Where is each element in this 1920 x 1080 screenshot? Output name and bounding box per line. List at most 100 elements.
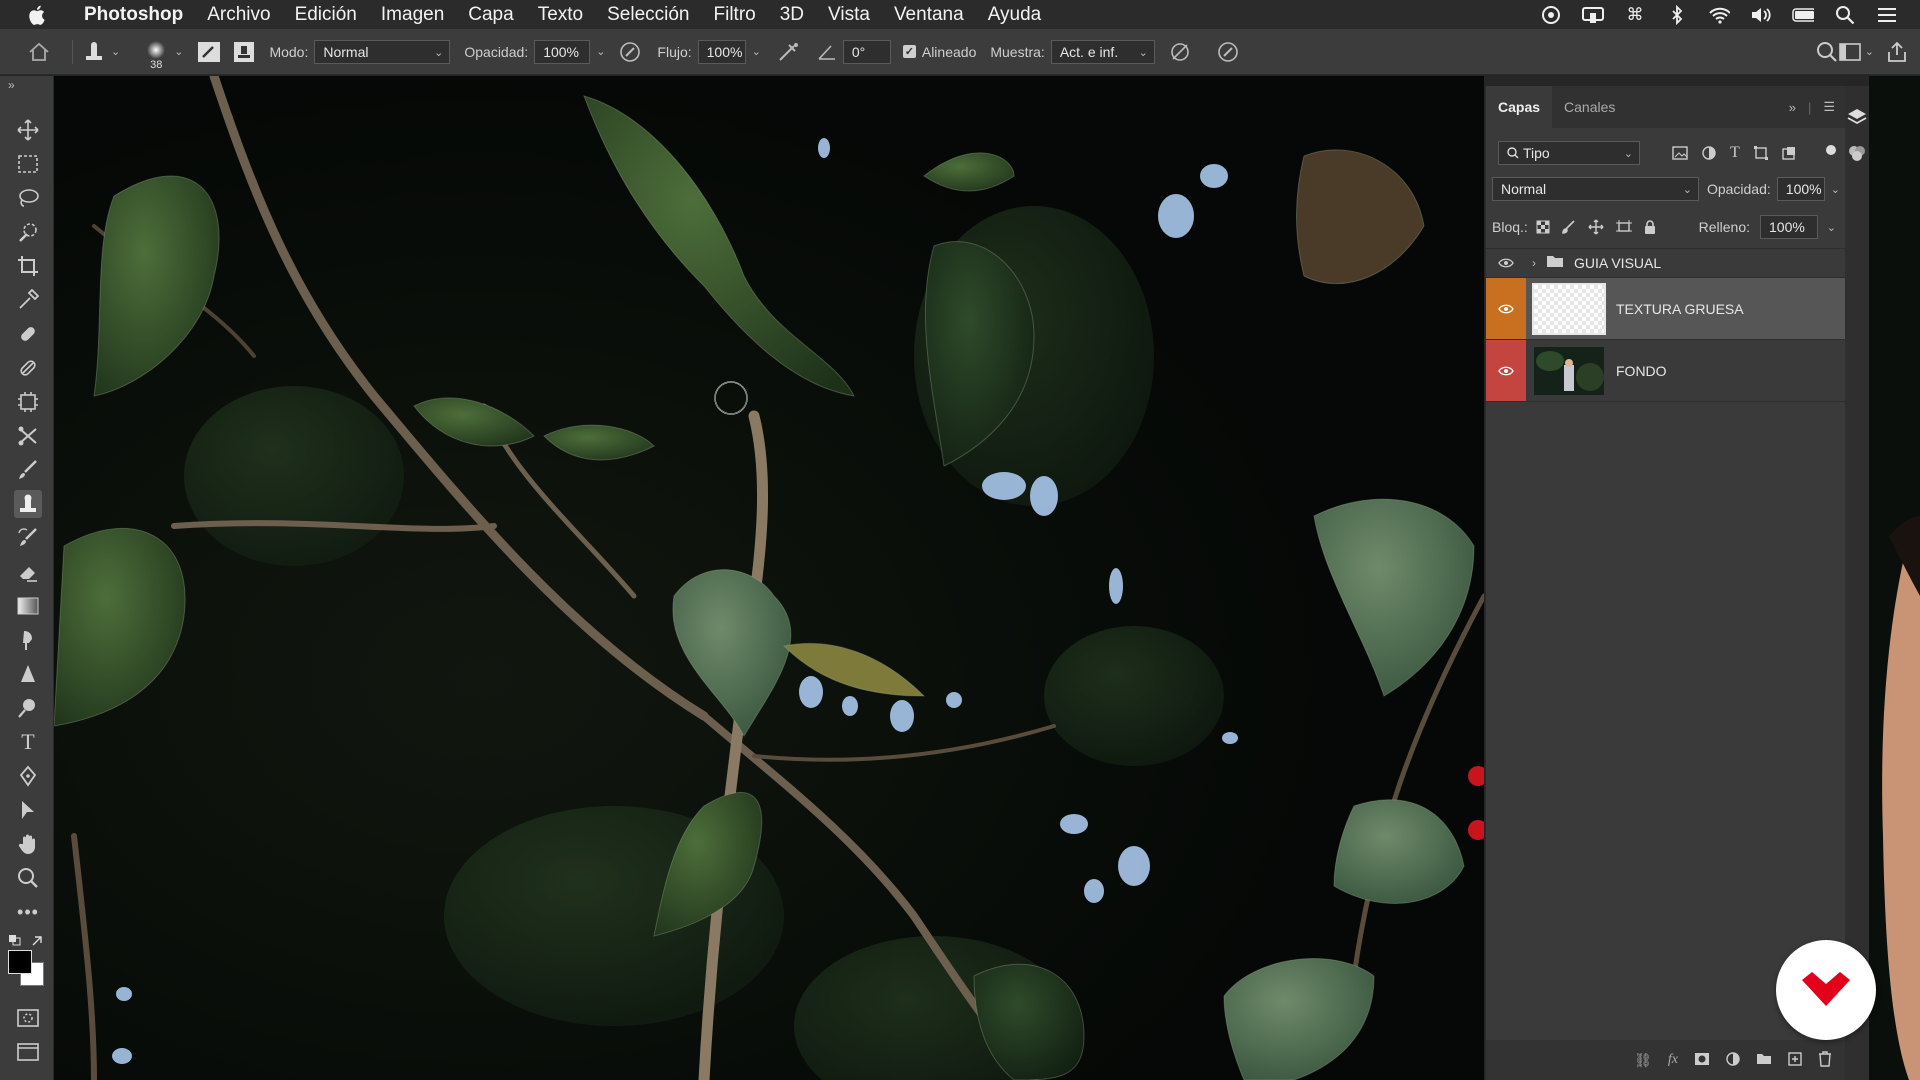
chevron-down-icon[interactable]: ⌄ bbox=[1827, 221, 1836, 234]
brush-settings-icon[interactable] bbox=[197, 41, 221, 63]
chevron-down-icon[interactable]: ⌄ bbox=[1831, 183, 1840, 196]
smudge-tool-icon[interactable] bbox=[14, 626, 42, 654]
more-tools-icon[interactable]: ••• bbox=[14, 898, 42, 926]
menu-3d[interactable]: 3D bbox=[768, 4, 816, 26]
screen-mirroring-icon[interactable] bbox=[1582, 4, 1604, 26]
bluetooth-icon[interactable] bbox=[1666, 4, 1688, 26]
battery-icon[interactable] bbox=[1792, 4, 1814, 26]
lock-position-icon[interactable] bbox=[1588, 219, 1604, 235]
dodge-tool-icon[interactable] bbox=[14, 694, 42, 722]
eraser-tool-icon[interactable] bbox=[14, 558, 42, 586]
brush-size-picker[interactable]: 38 bbox=[144, 40, 168, 71]
foreground-color-swatch[interactable] bbox=[8, 950, 32, 974]
layer-row-fondo[interactable]: FONDO bbox=[1486, 340, 1846, 402]
brush-tool-icon[interactable] bbox=[14, 354, 42, 382]
fill-field[interactable]: 100% bbox=[1760, 215, 1818, 239]
layer-row-guia-visual[interactable]: › GUIA VISUAL bbox=[1486, 248, 1846, 278]
spotlight-search-icon[interactable] bbox=[1834, 4, 1856, 26]
delete-layer-icon[interactable] bbox=[1818, 1050, 1832, 1070]
clone-source-icon[interactable] bbox=[233, 41, 255, 63]
quick-selection-tool-icon[interactable] bbox=[14, 218, 42, 246]
collapse-panel-icon[interactable]: » bbox=[1789, 100, 1796, 115]
layer-effects-icon[interactable]: fx bbox=[1668, 1052, 1678, 1068]
layer-opacity-field[interactable]: 100% bbox=[1776, 177, 1825, 201]
airbrush-icon[interactable] bbox=[777, 41, 801, 63]
move-tool-icon[interactable] bbox=[14, 116, 42, 144]
pen-tool-icon[interactable] bbox=[14, 762, 42, 790]
menu-ayuda[interactable]: Ayuda bbox=[976, 4, 1054, 26]
mode-dropdown[interactable]: Normal ⌄ bbox=[314, 39, 451, 64]
wifi-icon[interactable] bbox=[1708, 4, 1730, 26]
filter-shape-icon[interactable] bbox=[1753, 146, 1768, 160]
chevron-down-icon[interactable]: ⌄ bbox=[174, 45, 183, 58]
lock-transparency-icon[interactable] bbox=[1536, 220, 1550, 234]
menu-seleccion[interactable]: Selección bbox=[595, 4, 701, 26]
filter-type-icon[interactable]: T bbox=[1730, 144, 1740, 162]
control-center-icon[interactable] bbox=[1876, 4, 1898, 26]
flow-field[interactable]: 100% bbox=[697, 39, 746, 64]
search-icon[interactable] bbox=[1816, 41, 1838, 63]
link-layers-icon[interactable]: ⛓ bbox=[1634, 1052, 1652, 1069]
tab-canales[interactable]: Canales bbox=[1552, 86, 1627, 128]
swap-default-colors-icon[interactable] bbox=[4, 932, 50, 948]
pressure-opacity-icon[interactable] bbox=[619, 41, 641, 63]
new-layer-icon[interactable] bbox=[1788, 1051, 1802, 1069]
chevron-down-icon[interactable]: ⌄ bbox=[596, 45, 605, 58]
lasso-tool-icon[interactable] bbox=[14, 184, 42, 212]
hand-tool-icon[interactable] bbox=[14, 830, 42, 858]
clone-stamp-tool-icon[interactable] bbox=[14, 490, 42, 518]
zoom-tool-icon[interactable] bbox=[14, 864, 42, 892]
add-mask-icon[interactable] bbox=[1694, 1052, 1710, 1069]
opacity-field[interactable]: 100% bbox=[534, 39, 591, 64]
crop-tool-icon[interactable] bbox=[14, 252, 42, 280]
sample-dropdown[interactable]: Act. e inf. ⌄ bbox=[1050, 39, 1155, 64]
menu-filtro[interactable]: Filtro bbox=[702, 4, 768, 26]
lock-all-icon[interactable] bbox=[1644, 220, 1656, 234]
panel-menu-icon[interactable]: ☰ bbox=[1823, 99, 1835, 115]
menu-imagen[interactable]: Imagen bbox=[369, 4, 456, 26]
adjustment-layer-icon[interactable] bbox=[1726, 1051, 1740, 1069]
blend-mode-dropdown[interactable]: Normal ⌄ bbox=[1492, 177, 1699, 201]
filter-smart-object-icon[interactable] bbox=[1782, 146, 1796, 160]
screen-mode-icon[interactable] bbox=[14, 1038, 42, 1066]
tab-capas[interactable]: Capas bbox=[1486, 86, 1553, 128]
command-icon[interactable]: ⌘ bbox=[1624, 4, 1646, 26]
filter-toggle-icon[interactable] bbox=[1826, 145, 1836, 155]
menu-ventana[interactable]: Ventana bbox=[882, 4, 976, 26]
type-tool-icon[interactable]: T bbox=[14, 728, 42, 756]
gradient-tool-icon[interactable] bbox=[14, 592, 42, 620]
menu-capa[interactable]: Capa bbox=[456, 4, 525, 26]
path-selection-tool-icon[interactable] bbox=[14, 796, 42, 824]
menu-texto[interactable]: Texto bbox=[526, 4, 595, 26]
spot-healing-tool-icon[interactable] bbox=[14, 320, 42, 348]
angle-field[interactable]: 0° bbox=[842, 39, 891, 64]
menu-archivo[interactable]: Archivo bbox=[195, 4, 282, 26]
volume-icon[interactable] bbox=[1750, 4, 1772, 26]
document-canvas[interactable] bbox=[54, 76, 1484, 1080]
layers-panel-icon[interactable] bbox=[1846, 106, 1868, 128]
pressure-size-icon[interactable] bbox=[1217, 41, 1239, 63]
group-expand-chevron-icon[interactable]: › bbox=[1532, 256, 1536, 270]
visibility-eye-icon[interactable] bbox=[1486, 340, 1526, 401]
chevron-down-icon[interactable]: ⌄ bbox=[752, 45, 761, 58]
lock-artboard-icon[interactable] bbox=[1615, 220, 1632, 234]
expand-panel-icon[interactable]: » bbox=[8, 78, 15, 92]
layer-filter-dropdown[interactable]: Tipo ⌄ bbox=[1498, 141, 1640, 165]
visibility-eye-icon[interactable] bbox=[1486, 258, 1526, 268]
filter-pixel-icon[interactable] bbox=[1672, 146, 1688, 160]
visibility-eye-icon[interactable] bbox=[1486, 278, 1526, 339]
clone-stamp-preset-icon[interactable]: ⌄ bbox=[83, 41, 126, 63]
history-brush-tool-icon[interactable] bbox=[14, 524, 42, 552]
share-icon[interactable] bbox=[1886, 41, 1908, 63]
filter-adjustment-icon[interactable] bbox=[1702, 146, 1716, 160]
sharpen-tool-icon[interactable] bbox=[14, 660, 42, 688]
eyedropper-tool-icon[interactable] bbox=[14, 286, 42, 314]
paint-brush-tool-icon[interactable] bbox=[14, 456, 42, 484]
workspace-icon[interactable]: ⌄ bbox=[1838, 42, 1874, 61]
apple-logo-icon[interactable] bbox=[28, 5, 58, 25]
menu-app-name[interactable]: Photoshop bbox=[72, 4, 195, 26]
lock-pixels-icon[interactable] bbox=[1562, 220, 1576, 234]
quick-mask-icon[interactable] bbox=[14, 1004, 42, 1032]
new-group-icon[interactable] bbox=[1756, 1052, 1772, 1068]
content-aware-move-tool-icon[interactable] bbox=[14, 422, 42, 450]
